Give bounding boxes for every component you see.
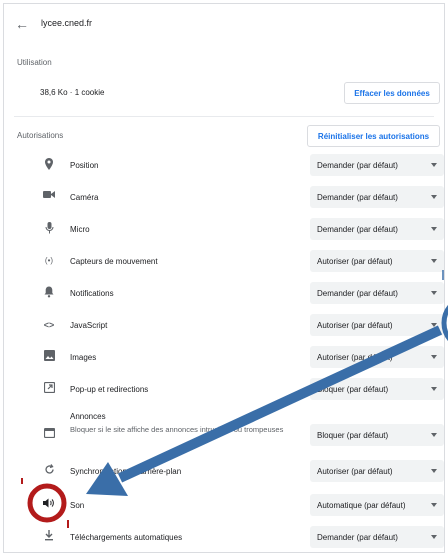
permission-select[interactable]: Demander (par défaut) bbox=[310, 186, 444, 208]
popup-icon bbox=[42, 381, 56, 396]
dropdown-caret-icon bbox=[431, 323, 437, 327]
usage-section-label: Utilisation bbox=[17, 58, 52, 67]
dropdown-caret-icon bbox=[431, 355, 437, 359]
dropdown-caret-icon bbox=[431, 291, 437, 295]
dropdown-caret-icon bbox=[431, 503, 437, 507]
permission-label: Annonces bbox=[70, 412, 106, 421]
permission-sublabel: Bloquer si le site affiche des annonces … bbox=[70, 425, 284, 434]
code-icon: <> bbox=[43, 320, 55, 330]
permission-label: JavaScript bbox=[70, 321, 108, 330]
reset-permissions-button[interactable]: Réinitialiser les autorisations bbox=[307, 125, 440, 147]
download-icon bbox=[42, 530, 56, 544]
camera-icon bbox=[42, 190, 56, 204]
location-pin-icon bbox=[42, 158, 56, 172]
select-value: Bloquer (par défaut) bbox=[317, 384, 389, 394]
permission-label: Téléchargements automatiques bbox=[70, 533, 183, 542]
dropdown-caret-icon bbox=[431, 227, 437, 231]
page-header: ← lycee.cned.fr bbox=[4, 4, 444, 44]
permission-select[interactable]: Demander (par défaut) bbox=[310, 526, 444, 548]
speaker-icon bbox=[42, 498, 56, 512]
motion-sensor-icon: (•) bbox=[44, 256, 54, 265]
dropdown-caret-icon bbox=[431, 469, 437, 473]
permission-select[interactable]: Autoriser (par défaut) bbox=[310, 250, 444, 272]
divider bbox=[14, 116, 434, 117]
ads-icon bbox=[42, 427, 56, 442]
select-value: Autoriser (par défaut) bbox=[317, 256, 393, 266]
permission-label: Images bbox=[70, 353, 97, 362]
permission-select[interactable]: Demander (par défaut) bbox=[310, 154, 444, 176]
permission-select[interactable]: Bloquer (par défaut) bbox=[310, 424, 444, 446]
bell-icon bbox=[42, 286, 56, 300]
permission-select[interactable]: Autoriser (par défaut) bbox=[310, 314, 444, 336]
image-icon bbox=[42, 350, 56, 364]
sync-icon bbox=[42, 464, 56, 478]
permission-select[interactable]: Demander (par défaut) bbox=[310, 218, 444, 240]
select-value: Automatique (par défaut) bbox=[317, 500, 406, 510]
dropdown-caret-icon bbox=[431, 195, 437, 199]
site-settings-panel: ← lycee.cned.fr Utilisation 38,6 Ko · 1 … bbox=[3, 3, 445, 553]
dropdown-caret-icon bbox=[431, 163, 437, 167]
permission-label: Son bbox=[70, 501, 85, 510]
usage-text: 38,6 Ko · 1 cookie bbox=[40, 88, 105, 97]
permission-label: Micro bbox=[70, 225, 90, 234]
select-value: Demander (par défaut) bbox=[317, 224, 398, 234]
dropdown-caret-icon bbox=[431, 259, 437, 263]
permission-select[interactable]: Bloquer (par défaut) bbox=[310, 378, 444, 400]
permissions-section-label: Autorisations bbox=[17, 131, 64, 140]
permission-select[interactable]: Automatique (par défaut) bbox=[310, 494, 444, 516]
permission-select[interactable]: Demander (par défaut) bbox=[310, 282, 444, 304]
select-value: Autoriser (par défaut) bbox=[317, 320, 393, 330]
permission-label: Pop-up et redirections bbox=[70, 385, 149, 394]
dropdown-caret-icon bbox=[431, 387, 437, 391]
select-value: Demander (par défaut) bbox=[317, 192, 398, 202]
permission-select[interactable]: Autoriser (par défaut) bbox=[310, 346, 444, 368]
select-value: Bloquer (par défaut) bbox=[317, 430, 389, 440]
dropdown-caret-icon bbox=[431, 433, 437, 437]
select-value: Autoriser (par défaut) bbox=[317, 466, 393, 476]
site-name: lycee.cned.fr bbox=[41, 18, 93, 28]
select-value: Demander (par défaut) bbox=[317, 288, 398, 298]
select-value: Autoriser (par défaut) bbox=[317, 352, 393, 362]
permission-select[interactable]: Autoriser (par défaut) bbox=[310, 460, 444, 482]
permission-label: Position bbox=[70, 161, 99, 170]
back-arrow-icon[interactable]: ← bbox=[14, 16, 30, 32]
dropdown-caret-icon bbox=[431, 535, 437, 539]
permission-label: Synchronisation en arrière-plan bbox=[70, 467, 182, 476]
select-value: Demander (par défaut) bbox=[317, 532, 398, 542]
permission-label: Capteurs de mouvement bbox=[70, 257, 158, 266]
select-value: Demander (par défaut) bbox=[317, 160, 398, 170]
microphone-icon bbox=[42, 222, 56, 236]
permission-label: Caméra bbox=[70, 193, 99, 202]
clear-data-button[interactable]: Effacer les données bbox=[344, 82, 440, 104]
permission-label: Notifications bbox=[70, 289, 114, 298]
